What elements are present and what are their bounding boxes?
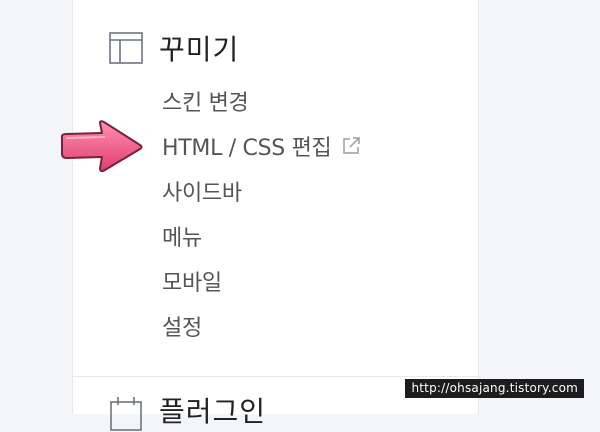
menu-item-skin-change[interactable]: 스킨 변경 — [162, 78, 361, 123]
layout-icon — [109, 32, 143, 64]
menu-item-label: 메뉴 — [162, 225, 202, 251]
section-divider — [73, 376, 478, 377]
section-title: 플러그인 — [159, 395, 267, 428]
menu-item-settings[interactable]: 설정 — [162, 303, 361, 348]
menu-item-mobile[interactable]: 모바일 — [162, 258, 361, 303]
external-link-icon — [343, 136, 361, 154]
calendar-icon — [110, 397, 142, 431]
section-title: 꾸미기 — [159, 33, 240, 66]
customize-menu: 스킨 변경 HTML / CSS 편집 사이드바 메뉴 모바일 설정 — [162, 78, 361, 348]
menu-item-label: HTML / CSS 편집 — [162, 135, 332, 161]
menu-item-label: 모바일 — [162, 270, 222, 296]
menu-item-menu[interactable]: 메뉴 — [162, 213, 361, 258]
pointer-arrow — [60, 120, 143, 173]
sidebar-panel: 꾸미기 스킨 변경 HTML / CSS 편집 사이드바 메뉴 모바일 설정 플… — [72, 0, 479, 431]
menu-item-label: 사이드바 — [162, 180, 242, 206]
menu-item-sidebar[interactable]: 사이드바 — [162, 168, 361, 213]
menu-item-html-css-edit[interactable]: HTML / CSS 편집 — [162, 123, 361, 168]
section-header-plugin[interactable]: 플러그인 — [108, 396, 266, 432]
watermark-url: http://ohsajang.tistory.com — [405, 379, 584, 398]
menu-item-label: 스킨 변경 — [162, 90, 249, 116]
section-header-customize[interactable]: 꾸미기 — [108, 28, 239, 68]
menu-item-label: 설정 — [162, 315, 202, 341]
